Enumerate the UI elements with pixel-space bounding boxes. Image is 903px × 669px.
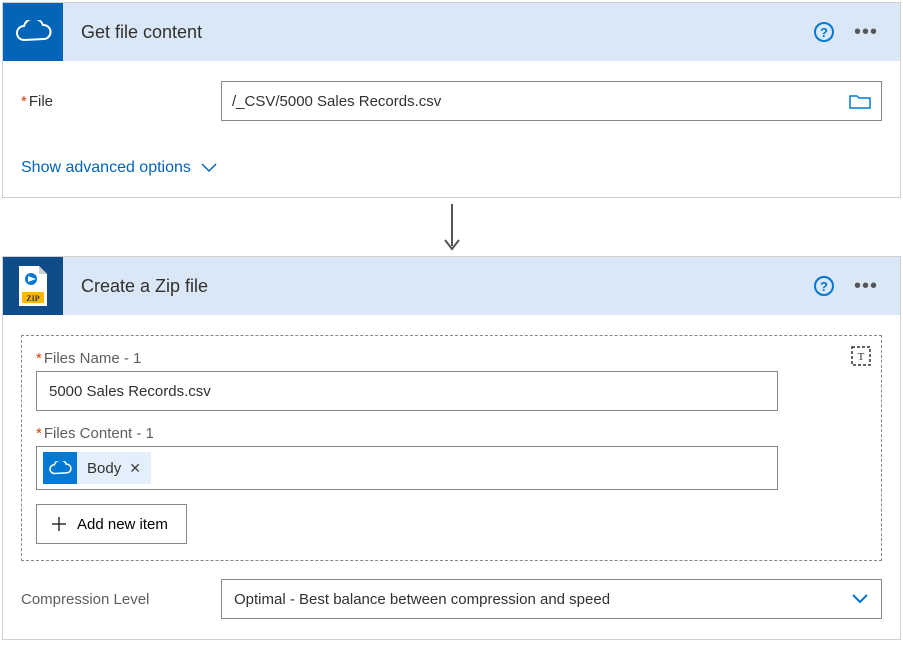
- more-icon[interactable]: •••: [854, 276, 878, 296]
- connector-icon-box: [3, 3, 63, 61]
- chevron-down-icon: [851, 593, 869, 605]
- file-label: File: [21, 93, 221, 110]
- token-label: Body: [87, 460, 121, 477]
- more-icon[interactable]: •••: [854, 22, 878, 42]
- arrow-down-icon: [442, 202, 462, 252]
- card-header-actions: ? •••: [814, 22, 900, 42]
- card-header-actions: ? •••: [814, 276, 900, 296]
- flow-connector: [2, 198, 901, 256]
- add-new-item-button[interactable]: Add new item: [36, 504, 187, 544]
- connector-icon-box: ZIP: [3, 257, 63, 315]
- chevron-down-icon: [201, 163, 217, 173]
- files-name-label: Files Name - 1: [36, 350, 867, 367]
- dynamic-content-token[interactable]: Body ✕: [43, 452, 151, 484]
- help-icon[interactable]: ?: [814, 22, 834, 42]
- remove-token-icon[interactable]: ✕: [129, 460, 141, 477]
- show-advanced-options[interactable]: Show advanced options: [21, 159, 882, 177]
- plus-icon: [51, 516, 67, 532]
- file-input[interactable]: /_CSV/5000 Sales Records.csv: [221, 81, 882, 121]
- file-input-value: /_CSV/5000 Sales Records.csv: [232, 93, 849, 110]
- action-card-get-file-content: Get file content ? ••• File /_CSV/5000 S…: [2, 2, 901, 198]
- onedrive-icon: [43, 452, 77, 484]
- compression-row: Compression Level Optimal - Best balance…: [21, 579, 882, 619]
- svg-text:T: T: [858, 351, 865, 363]
- svg-text:ZIP: ZIP: [26, 294, 39, 303]
- card-header[interactable]: ZIP Create a Zip file ? •••: [3, 257, 900, 315]
- card-header[interactable]: Get file content ? •••: [3, 3, 900, 61]
- compression-dropdown[interactable]: Optimal - Best balance between compressi…: [221, 579, 882, 619]
- action-card-create-zip: ZIP Create a Zip file ? ••• T Files Name…: [2, 256, 901, 640]
- advanced-label: Show advanced options: [21, 159, 191, 177]
- files-content-label: Files Content - 1: [36, 425, 867, 442]
- card-title: Create a Zip file: [81, 276, 814, 297]
- card-body: T Files Name - 1 5000 Sales Records.csv …: [3, 315, 900, 639]
- card-title: Get file content: [81, 22, 814, 43]
- help-icon[interactable]: ?: [814, 276, 834, 296]
- compression-label: Compression Level: [21, 591, 221, 608]
- files-name-input[interactable]: 5000 Sales Records.csv: [36, 371, 778, 411]
- onedrive-icon: [14, 20, 52, 44]
- add-new-item-label: Add new item: [77, 516, 168, 533]
- files-content-input[interactable]: Body ✕: [36, 446, 778, 490]
- zip-file-icon: ZIP: [16, 265, 50, 307]
- switch-to-array-icon[interactable]: T: [851, 346, 871, 366]
- folder-icon[interactable]: [849, 93, 871, 109]
- files-name-value: 5000 Sales Records.csv: [49, 383, 211, 400]
- card-body: File /_CSV/5000 Sales Records.csv Show a…: [3, 61, 900, 197]
- compression-value: Optimal - Best balance between compressi…: [234, 591, 610, 608]
- array-item-box: T Files Name - 1 5000 Sales Records.csv …: [21, 335, 882, 561]
- file-row: File /_CSV/5000 Sales Records.csv: [21, 81, 882, 121]
